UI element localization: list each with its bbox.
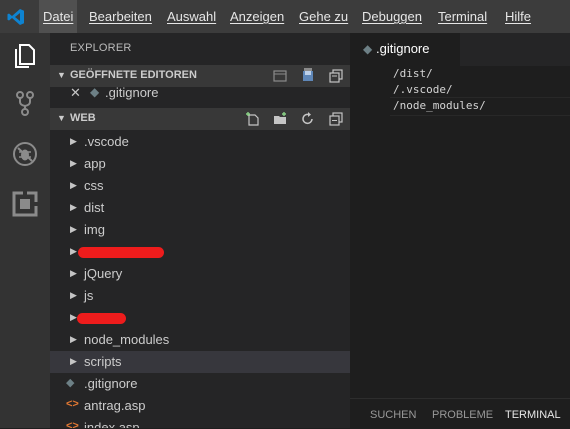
gitignore-file-icon: ◆ bbox=[90, 85, 100, 99]
menu-hilfe[interactable]: Hilfe bbox=[505, 9, 531, 24]
folder-header-web[interactable]: ▼ WEB bbox=[50, 108, 350, 130]
tree-item-folder[interactable]: ▶ dist bbox=[50, 197, 350, 219]
tree-item-folder[interactable]: ▶ img bbox=[50, 219, 350, 241]
redaction-mark bbox=[77, 313, 126, 324]
code-line[interactable]: /node_modules/ bbox=[393, 99, 486, 112]
code-file-icon: <> bbox=[66, 420, 79, 428]
tree-item-label: node_modules bbox=[84, 332, 170, 347]
tab-gitignore[interactable]: ◆ .gitignore bbox=[350, 33, 460, 66]
collapse-all-icon[interactable] bbox=[328, 111, 344, 127]
open-editor-item[interactable]: ✕ ◆ .gitignore bbox=[50, 83, 350, 105]
chevron-right-icon: ▶ bbox=[70, 224, 77, 234]
chevron-right-icon: ▶ bbox=[70, 356, 77, 366]
chevron-right-icon: ▶ bbox=[70, 246, 77, 256]
bottom-panel: SUCHEN PROBLEME TERMINAL bbox=[350, 398, 570, 429]
menu-auswahl[interactable]: Auswahl bbox=[167, 9, 216, 24]
menu-debuggen[interactable]: Debuggen bbox=[362, 9, 422, 24]
tree-item-folder[interactable]: ▶ node_modules bbox=[50, 329, 350, 351]
tree-item-label: .vscode bbox=[84, 134, 129, 149]
chevron-right-icon: ▶ bbox=[70, 202, 77, 212]
chevron-right-icon: ▶ bbox=[70, 268, 77, 278]
explorer-icon[interactable] bbox=[11, 41, 39, 69]
explorer-sidebar: EXPLORER ▼ GEÖFFNETE EDITOREN ✕ ◆ .gitig… bbox=[50, 33, 350, 428]
panel-tab-terminal[interactable]: TERMINAL bbox=[505, 409, 561, 421]
code-file-icon: <> bbox=[66, 398, 79, 410]
save-icon[interactable] bbox=[300, 68, 316, 84]
tree-item-label: jQuery bbox=[84, 266, 123, 281]
tree-item-label: antrag.asp bbox=[84, 398, 146, 413]
open-editor-label: .gitignore bbox=[105, 85, 159, 100]
close-icon[interactable]: ✕ bbox=[70, 85, 81, 101]
chevron-right-icon: ▶ bbox=[70, 334, 77, 344]
tree-item-folder-redacted[interactable]: ▶ bbox=[50, 241, 350, 263]
explorer-title: EXPLORER bbox=[70, 42, 132, 54]
panel-tab-probleme[interactable]: PROBLEME bbox=[432, 409, 493, 421]
tree-item-file[interactable]: <> antrag.asp bbox=[50, 395, 350, 417]
gitignore-file-icon: ◆ bbox=[363, 42, 373, 56]
debug-icon[interactable] bbox=[11, 140, 39, 168]
panel-tab-suchen[interactable]: SUCHEN bbox=[370, 409, 416, 421]
chevron-right-icon: ▶ bbox=[70, 180, 77, 190]
menu-anzeigen[interactable]: Anzeigen bbox=[230, 9, 284, 24]
tree-item-file[interactable]: ◆ .gitignore bbox=[50, 373, 350, 395]
tree-item-label: js bbox=[84, 288, 94, 303]
code-line[interactable]: /.vscode/ bbox=[393, 83, 453, 96]
chevron-down-icon: ▼ bbox=[57, 70, 66, 80]
menu-gehe-zu[interactable]: Gehe zu bbox=[299, 9, 348, 24]
new-folder-icon[interactable] bbox=[272, 111, 288, 127]
tree-item-folder[interactable]: ▶ css bbox=[50, 175, 350, 197]
tree-item-label: index.asp bbox=[84, 420, 140, 428]
editor-tabs: ◆ .gitignore bbox=[350, 33, 570, 66]
tree-item-folder[interactable]: ▶ .vscode bbox=[50, 131, 350, 153]
editor-area: ◆ .gitignore /dist/ /.vscode/ /node_modu… bbox=[350, 33, 570, 428]
vscode-logo-icon bbox=[7, 9, 24, 25]
menu-datei[interactable]: Datei bbox=[39, 0, 78, 33]
open-editors-title: GEÖFFNETE EDITOREN bbox=[70, 69, 197, 81]
tree-item-label: img bbox=[84, 222, 105, 237]
tree-item-label: scripts bbox=[84, 354, 122, 369]
tree-item-file[interactable]: <> index.asp bbox=[50, 417, 350, 428]
close-all-icon[interactable] bbox=[328, 68, 344, 84]
tree-item-label: .gitignore bbox=[84, 376, 138, 391]
refresh-icon[interactable] bbox=[300, 111, 316, 127]
tree-item-folder[interactable]: ▶ app bbox=[50, 153, 350, 175]
tree-item-folder-redacted[interactable]: ▶ bbox=[50, 307, 350, 329]
new-file-icon[interactable] bbox=[245, 111, 261, 127]
gitignore-file-icon: ◆ bbox=[66, 377, 75, 389]
chevron-down-icon: ▼ bbox=[57, 113, 66, 123]
activity-bar bbox=[0, 33, 50, 428]
menu-terminal[interactable]: Terminal bbox=[438, 9, 487, 24]
tab-label: .gitignore bbox=[376, 41, 430, 56]
chevron-right-icon: ▶ bbox=[70, 158, 77, 168]
tree-item-label: app bbox=[84, 156, 106, 171]
menu-bearbeiten[interactable]: Bearbeiten bbox=[89, 9, 152, 24]
save-all-icon[interactable] bbox=[272, 68, 288, 84]
tree-item-folder[interactable]: ▶ jQuery bbox=[50, 263, 350, 285]
tree-item-folder-selected[interactable]: ▶ scripts bbox=[50, 351, 350, 373]
chevron-right-icon: ▶ bbox=[70, 290, 77, 300]
tree-item-folder[interactable]: ▶ js bbox=[50, 285, 350, 307]
chevron-right-icon: ▶ bbox=[70, 136, 77, 146]
code-line[interactable]: /dist/ bbox=[393, 67, 433, 80]
source-control-icon[interactable] bbox=[11, 89, 39, 117]
chevron-right-icon: ▶ bbox=[70, 312, 77, 322]
tree-item-label: css bbox=[84, 178, 104, 193]
redaction-mark bbox=[78, 247, 164, 258]
folder-title: WEB bbox=[70, 112, 96, 124]
tree-item-label: dist bbox=[84, 200, 105, 215]
extensions-icon[interactable] bbox=[11, 190, 39, 218]
menu-bar: Datei Bearbeiten Auswahl Anzeigen Gehe z… bbox=[0, 0, 570, 33]
